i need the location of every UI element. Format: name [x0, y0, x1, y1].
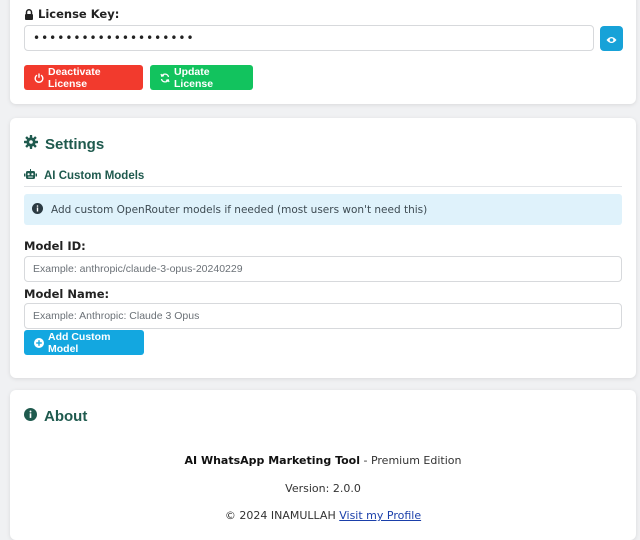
model-name-label: Model Name: — [24, 287, 110, 301]
eye-icon — [606, 29, 617, 48]
sync-icon — [160, 72, 170, 83]
product-edition: - Premium Edition — [360, 454, 462, 467]
add-custom-model-button[interactable]: Add Custom Model — [24, 330, 144, 355]
license-key-label-row: License Key: — [24, 7, 119, 21]
license-key-input[interactable]: •••••••••••••••••••• — [24, 25, 594, 51]
license-card: License Key: •••••••••••••••••••• Deacti… — [10, 0, 636, 104]
toggle-key-visibility-button[interactable] — [600, 26, 623, 51]
info-circle-icon — [32, 202, 43, 217]
custom-models-heading: AI Custom Models — [24, 169, 144, 183]
version-text: Version: 2.0.0 — [285, 482, 361, 495]
gear-icon — [24, 135, 38, 153]
deactivate-license-label: Deactivate License — [48, 65, 101, 90]
plus-circle-icon — [34, 337, 44, 348]
robot-icon — [24, 169, 37, 183]
section-divider — [24, 186, 622, 187]
model-id-label: Model ID: — [24, 239, 86, 253]
settings-heading: Settings — [24, 135, 104, 153]
custom-models-info-alert: Add custom OpenRouter models if needed (… — [24, 194, 622, 225]
info-circle-icon — [24, 408, 37, 425]
custom-models-info-text: Add custom OpenRouter models if needed (… — [51, 203, 428, 216]
about-heading: About — [24, 408, 87, 425]
power-icon — [34, 73, 44, 83]
custom-models-title: AI Custom Models — [44, 170, 145, 182]
product-name: AI WhatsApp Marketing Tool — [184, 454, 360, 467]
license-key-label: License Key: — [38, 7, 120, 21]
product-line: AI WhatsApp Marketing Tool - Premium Edi… — [10, 454, 636, 467]
lock-icon — [24, 8, 34, 20]
about-title: About — [44, 408, 88, 425]
deactivate-license-button[interactable]: Deactivate License — [24, 65, 143, 90]
model-id-input[interactable]: Example: anthropic/claude-3-opus-2024022… — [24, 256, 622, 282]
add-custom-model-label: Add Custom Model — [48, 330, 111, 355]
settings-title: Settings — [45, 135, 105, 153]
update-license-button[interactable]: Update License — [150, 65, 253, 90]
visit-profile-link[interactable]: Visit my Profile — [339, 509, 421, 522]
update-license-label: Update License — [174, 65, 214, 90]
settings-card: Settings AI Custom Models Add custom Ope… — [10, 118, 636, 378]
about-card: About AI WhatsApp Marketing Tool - Premi… — [10, 390, 636, 540]
copyright-text: © 2024 INAMULLAH — [224, 509, 340, 522]
model-name-input[interactable]: Example: Anthropic: Claude 3 Opus — [24, 303, 622, 329]
copyright-line: © 2024 INAMULLAH Visit my Profile — [10, 509, 636, 522]
